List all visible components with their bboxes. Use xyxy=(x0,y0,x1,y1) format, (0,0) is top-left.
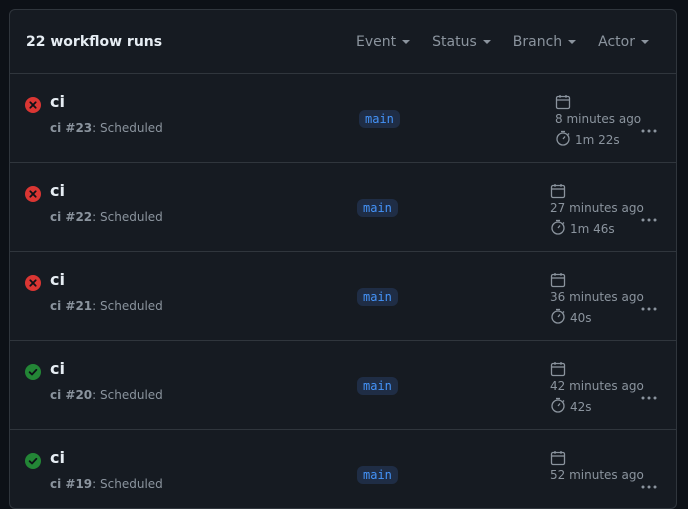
calendar-icon xyxy=(550,183,566,199)
filter-branch[interactable]: Branch xyxy=(502,28,587,56)
run-title-link[interactable]: ci xyxy=(50,92,65,111)
kebab-menu-icon[interactable] xyxy=(640,209,658,222)
run-title-link[interactable]: ci xyxy=(50,181,65,200)
run-duration-value: 40s xyxy=(570,310,592,325)
failure-x-circle-icon xyxy=(25,97,41,113)
kebab-menu-icon[interactable] xyxy=(640,298,658,311)
run-title-link[interactable]: ci xyxy=(50,270,65,289)
run-row[interactable]: ci ci #21: Scheduled main 36 minutes ago 40s xyxy=(10,252,676,341)
run-title-link[interactable]: ci xyxy=(50,448,65,467)
run-row[interactable]: ci ci #20: Scheduled main 42 minutes ago 42s xyxy=(10,341,676,430)
stopwatch-icon xyxy=(550,219,566,238)
run-duration-value: 42s xyxy=(570,399,592,414)
stopwatch-icon xyxy=(555,130,571,149)
success-check-circle-icon xyxy=(25,364,41,380)
run-trigger: : Scheduled xyxy=(92,210,163,224)
run-subtitle: ci #23: Scheduled xyxy=(50,121,163,135)
branch-label[interactable]: main xyxy=(357,466,398,484)
chevron-down-icon xyxy=(641,39,649,44)
kebab-menu-icon[interactable] xyxy=(640,120,658,133)
workflow-runs-panel: 22 workflow runs Event Status Branch Act… xyxy=(9,9,677,509)
filter-actor[interactable]: Actor xyxy=(587,28,660,56)
chevron-down-icon xyxy=(402,39,411,44)
run-id: ci #23 xyxy=(50,121,93,135)
stopwatch-icon xyxy=(550,308,566,327)
run-subtitle: ci #19: Scheduled xyxy=(50,477,163,491)
run-id: ci #21 xyxy=(50,299,93,313)
runs-list: ci ci #23: Scheduled main 8 minutes ago 1m 2… xyxy=(10,74,676,508)
branch-label[interactable]: main xyxy=(357,199,398,217)
branch-label[interactable]: main xyxy=(357,377,398,395)
run-id: ci #22 xyxy=(50,210,93,224)
run-id: ci #19 xyxy=(50,477,93,491)
run-subtitle: ci #21: Scheduled xyxy=(50,299,163,313)
calendar-icon xyxy=(555,94,571,110)
run-subtitle: ci #20: Scheduled xyxy=(50,388,163,402)
run-subtitle: ci #22: Scheduled xyxy=(50,210,163,224)
chevron-down-icon xyxy=(568,39,577,44)
branch-label[interactable]: main xyxy=(357,288,398,306)
kebab-menu-icon[interactable] xyxy=(640,387,658,400)
runs-count: 22 workflow runs xyxy=(26,33,163,50)
calendar-icon xyxy=(550,361,566,377)
run-title-link[interactable]: ci xyxy=(50,359,65,378)
chevron-down-icon xyxy=(482,39,491,44)
run-trigger: : Scheduled xyxy=(92,299,163,313)
calendar-icon xyxy=(550,450,566,466)
run-trigger: : Scheduled xyxy=(92,121,163,135)
kebab-menu-icon[interactable] xyxy=(640,476,658,489)
runs-header: 22 workflow runs Event Status Branch Act… xyxy=(10,10,676,74)
stopwatch-icon xyxy=(550,397,566,416)
run-row[interactable]: ci ci #22: Scheduled main 27 minutes ago 1m … xyxy=(10,163,676,252)
run-duration-value: 1m 46s xyxy=(570,221,615,236)
filter-event[interactable]: Event xyxy=(345,28,421,56)
failure-x-circle-icon xyxy=(25,186,41,202)
filter-status[interactable]: Status xyxy=(421,28,502,56)
filter-bar: Event Status Branch Actor xyxy=(345,28,660,56)
run-row[interactable]: ci ci #23: Scheduled main 8 minutes ago 1m 2… xyxy=(10,74,676,163)
run-trigger: : Scheduled xyxy=(92,477,163,491)
branch-label[interactable]: main xyxy=(359,110,400,128)
success-check-circle-icon xyxy=(25,453,41,469)
run-trigger: : Scheduled xyxy=(92,388,163,402)
run-row[interactable]: ci ci #19: Scheduled main 52 minutes ago xyxy=(10,430,676,508)
calendar-icon xyxy=(550,272,566,288)
run-id: ci #20 xyxy=(50,388,93,402)
run-duration-value: 1m 22s xyxy=(575,132,620,147)
failure-x-circle-icon xyxy=(25,275,41,291)
